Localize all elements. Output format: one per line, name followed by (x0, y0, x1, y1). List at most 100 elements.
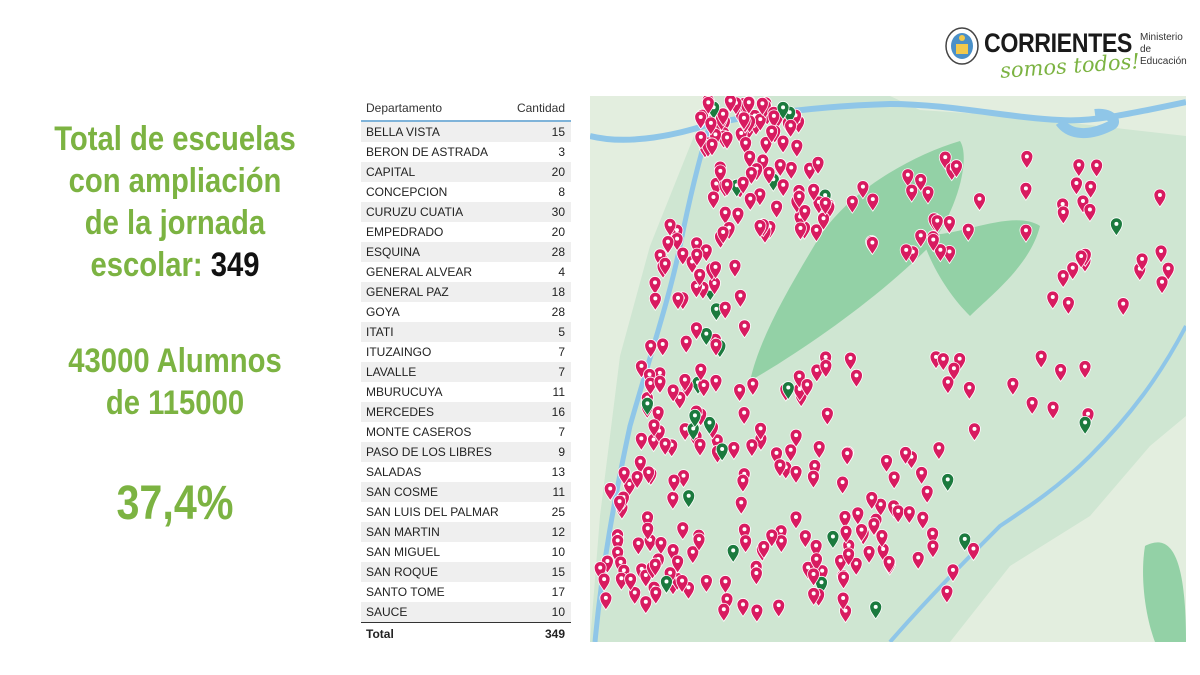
marker-dot (715, 437, 720, 442)
marker-dot (1074, 180, 1079, 185)
ministry-line-1: Ministerio de (1140, 32, 1183, 55)
marker-dot (844, 529, 849, 534)
department-count: 4 (558, 265, 565, 279)
marker-dot (798, 225, 803, 230)
marker-dot (598, 565, 603, 570)
table-row: MONTE CASEROS 7 (361, 422, 571, 442)
marker-dot (657, 379, 662, 384)
marker-dot (918, 177, 923, 182)
marker-dot (749, 442, 754, 447)
table-row: MBURUCUYA 11 (361, 382, 571, 402)
department-name: GOYA (366, 305, 400, 319)
marker-dot (711, 194, 716, 199)
department-count: 13 (551, 465, 565, 479)
department-name: SAN MARTIN (366, 525, 440, 539)
marker-dot (708, 120, 713, 125)
marker-dot (840, 480, 845, 485)
marker-dot (704, 578, 709, 583)
marker-dot (713, 378, 718, 383)
department-name: MONTE CASEROS (366, 425, 472, 439)
column-header-count[interactable]: Cantidad (517, 101, 565, 115)
marker-dot (820, 568, 825, 573)
marker-dot (668, 570, 673, 575)
marker-dot (619, 576, 624, 581)
marker-dot (723, 305, 728, 310)
marker-dot (1076, 162, 1081, 167)
marker-dot (701, 382, 706, 387)
table-row: ITATI 5 (361, 322, 571, 342)
marker-dot (660, 342, 665, 347)
column-header-department[interactable]: Departamento (366, 101, 442, 115)
marker-dot (903, 450, 908, 455)
marker-dot (684, 339, 689, 344)
marker-dot (1030, 400, 1035, 405)
marker-dot (1058, 367, 1063, 372)
marker-dot (1166, 266, 1171, 271)
marker-dot (740, 478, 745, 483)
marker-dot (954, 163, 959, 168)
marker-dot (944, 589, 949, 594)
marker-dot (707, 420, 712, 425)
heading-line-1: Total de escuelas (54, 120, 296, 158)
table-header: Departamento Cantidad (361, 96, 571, 122)
marker-dot (714, 306, 719, 311)
marker-dot (967, 385, 972, 390)
marker-dot (758, 426, 763, 431)
marker-dot (925, 489, 930, 494)
marker-dot (941, 356, 946, 361)
marker-dot (930, 531, 935, 536)
ministry-line-2: Educación (1140, 56, 1187, 67)
marker-dot (645, 514, 650, 519)
marker-dot (638, 459, 643, 464)
marker-dot (653, 296, 658, 301)
marker-dot (769, 128, 774, 133)
department-name: PASO DE LOS LIBRES (366, 445, 492, 459)
marker-dot (608, 486, 613, 491)
schools-map[interactable] (590, 96, 1186, 642)
table-body: BELLA VISTA 15 BERON DE ASTRADA 3 CAPITAL 20 C… (361, 122, 571, 622)
marker-dot (794, 469, 799, 474)
marker-dot (916, 555, 921, 560)
marker-dot (845, 451, 850, 456)
department-count: 15 (551, 565, 565, 579)
marker-dot (841, 574, 846, 579)
marker-dot (1051, 405, 1056, 410)
marker-dot (788, 447, 793, 452)
department-count: 20 (551, 225, 565, 239)
marker-dot (797, 373, 802, 378)
marker-dot (658, 540, 663, 545)
department-name: SAN MIGUEL (366, 545, 441, 559)
department-count: 12 (551, 525, 565, 539)
marker-dot (697, 537, 702, 542)
marker-dot (817, 444, 822, 449)
marker-dot (742, 527, 747, 532)
marker-dot (1080, 198, 1085, 203)
department-name: SALADAS (366, 465, 422, 479)
marker-dot (1160, 279, 1165, 284)
department-name: SANTO TOME (366, 585, 445, 599)
marker-dot (823, 200, 828, 205)
department-count: 17 (551, 585, 565, 599)
marker-dot (797, 194, 802, 199)
department-count: 10 (551, 545, 565, 559)
marker-dot (947, 249, 952, 254)
marker-dot (704, 247, 709, 252)
table-row: SALADAS 13 (361, 462, 571, 482)
marker-dot (698, 367, 703, 372)
marker-dot (1079, 254, 1084, 259)
marker-dot (739, 131, 744, 136)
marker-dot (632, 590, 637, 595)
marker-dot (848, 356, 853, 361)
marker-dot (870, 240, 875, 245)
marker-dot (1094, 163, 1099, 168)
marker-dot (725, 135, 730, 140)
marker-dot (675, 295, 680, 300)
marker-dot (920, 515, 925, 520)
department-count: 16 (551, 405, 565, 419)
marker-dot (728, 98, 733, 103)
map-canvas[interactable] (590, 96, 1186, 642)
marker-dot (723, 210, 728, 215)
marker-dot (694, 240, 699, 245)
marker-dot (713, 132, 718, 137)
marker-dot (957, 356, 962, 361)
